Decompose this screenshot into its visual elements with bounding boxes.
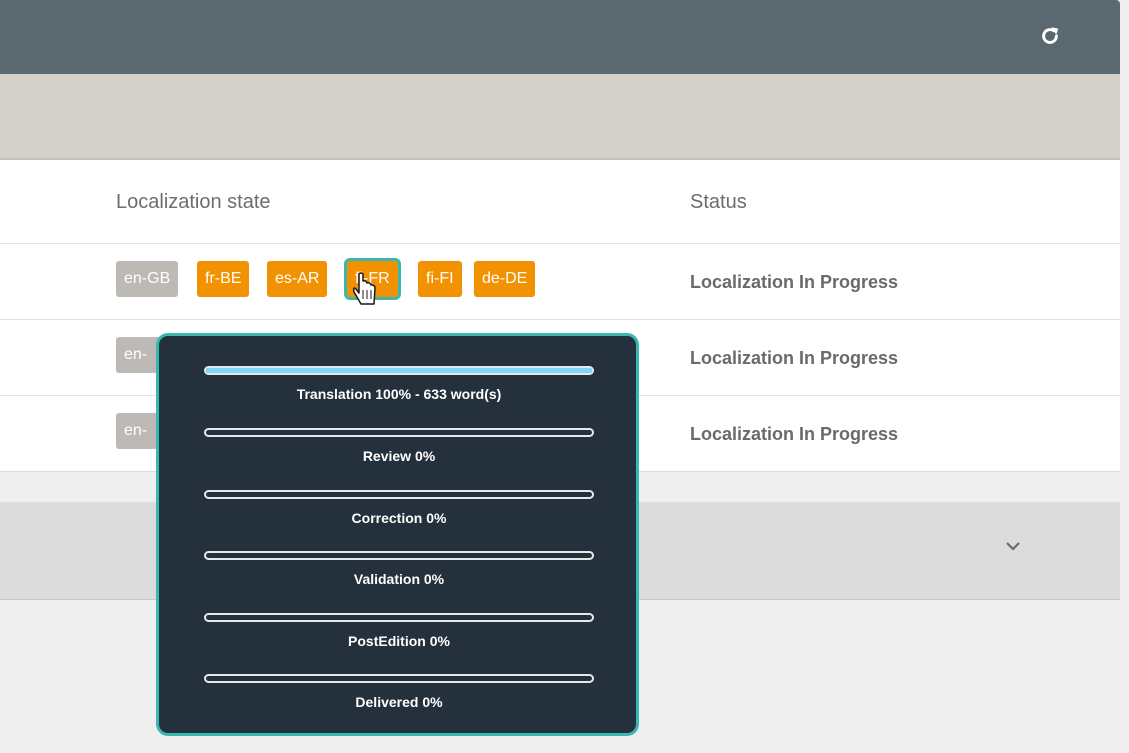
language-tag-fi-fr[interactable]: fi-FR [347,261,398,297]
language-tag-es-ar[interactable]: es-AR [267,261,328,297]
table-row[interactable]: en-GB fr-BE es-AR fi-FR fi-FI de-DE Loca… [0,243,1120,320]
language-tag-fi-fi[interactable]: fi-FI [418,261,462,297]
progress-bar-postedition [204,613,594,622]
progress-label: Correction 0% [351,510,447,526]
refresh-icon [1042,27,1059,44]
language-tag-de-de[interactable]: de-DE [474,261,536,297]
column-header-localization-state: Localization state [116,191,271,213]
progress-bar-translation [204,366,594,375]
progress-bar-review [204,428,594,437]
row-status: Localization In Progress [690,348,899,368]
progress-label: PostEdition 0% [348,633,450,649]
progress-label: Translation 100% - 633 word(s) [296,386,502,402]
chevron-down-icon[interactable] [1004,540,1022,552]
toolbar-area [0,74,1120,160]
progress-label: Review 0% [362,448,436,464]
language-tag-fr-be[interactable]: fr-BE [197,261,250,297]
row-status: Localization In Progress [690,272,899,292]
progress-label: Delivered 0% [355,694,443,710]
language-tag-en-gb[interactable]: en-GB [116,261,179,297]
column-header-status: Status [690,191,747,213]
row-status: Localization In Progress [690,424,899,444]
localization-progress-popover: Translation 100% - 633 word(s) Review 0%… [156,333,639,736]
progress-fill [206,368,592,373]
progress-bar-delivered [204,674,594,683]
progress-bar-validation [204,551,594,560]
top-header-bar [0,0,1120,74]
progress-label: Validation 0% [353,571,445,587]
progress-bar-correction [204,490,594,499]
refresh-button[interactable] [1036,22,1064,50]
